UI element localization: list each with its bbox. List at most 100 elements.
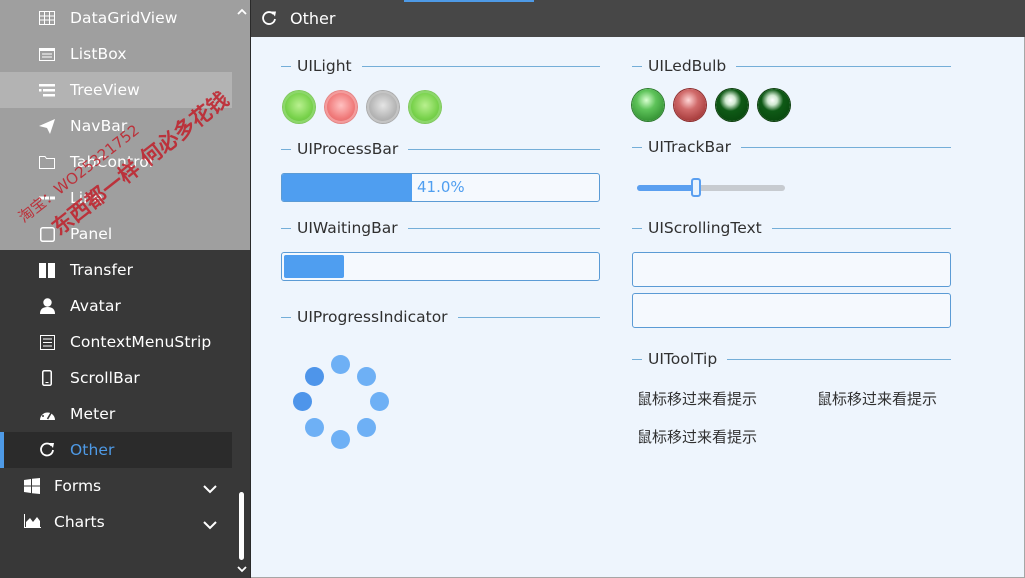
sidebar-item-datagridview[interactable]: DataGridView [0,0,232,36]
divider [632,65,642,67]
sidebar-item-meter[interactable]: Meter [0,396,232,432]
group-title-uiprogressindicator: UIProgressIndicator [281,307,600,327]
menu-list-icon [38,334,56,350]
divider [736,65,951,67]
group-title-text: UIToolTip [648,350,718,368]
line-icon [38,190,56,206]
light-green [283,91,315,123]
sidebar-item-label: TabControl [70,153,154,171]
sidebar-item-navbar[interactable]: NavBar [0,108,232,144]
track-bar-thumb[interactable] [691,178,702,197]
divider [632,358,642,360]
divider [632,227,642,229]
scrolling-text-box [632,293,951,328]
grid-icon [38,10,56,26]
spinner-dot [331,430,350,449]
treeview-icon [38,82,56,98]
divider [281,316,291,318]
group-title-text: UITrackBar [648,138,731,156]
divider [361,65,600,67]
sidebar-item-line[interactable]: Line [0,180,232,216]
divider [740,146,951,148]
led-bulb-dark-green [716,89,748,121]
divider [281,148,291,150]
refresh-icon [38,442,56,458]
group-title-text: UIProcessBar [297,140,399,158]
sidebar-item-label: TreeView [70,81,140,99]
scroll-up-arrow-icon[interactable] [235,4,249,16]
sidebar-item-transfer[interactable]: Transfer [0,252,232,288]
chevron-down-icon[interactable] [203,516,217,530]
spinner-dot [370,392,389,411]
divider [632,146,642,148]
group-title-uitooltip: UIToolTip [632,349,951,369]
divider [281,65,291,67]
sidebar-scrollbar[interactable] [234,0,250,578]
paper-plane-icon [38,118,56,134]
sidebar-group-charts[interactable]: Charts [0,504,232,540]
divider [281,227,291,229]
process-bar-text: 41.0% [417,178,465,196]
main-content: UILight UIProcessBar 41.0% UIWaitingBar … [251,37,1025,578]
divider [771,227,951,229]
group-title-uiprocessbar: UIProcessBar [281,139,600,159]
tooltip-target-label[interactable]: 鼠标移过来看提示 [637,388,757,409]
process-bar: 41.0% [281,173,600,202]
spinner-dot [305,418,324,437]
process-bar-fill [282,174,412,201]
listbox-icon [38,46,56,62]
progress-indicator-spinner [289,347,389,449]
spinner-dot [331,355,350,374]
group-title-uilight: UILight [281,56,600,76]
sidebar-item-treeview[interactable]: TreeView [0,72,232,108]
chevron-down-icon[interactable] [203,480,217,494]
scrollbar-thumb[interactable] [239,492,244,560]
sidebar-item-label: ScrollBar [70,369,140,387]
group-title-uiwaitingbar: UIWaitingBar [281,218,600,238]
sidebar-item-other[interactable]: Other [0,432,232,468]
sidebar-item-scrollbar[interactable]: ScrollBar [0,360,232,396]
page-header: Other [251,0,1025,37]
sidebar-item-listbox[interactable]: ListBox [0,36,232,72]
light-gray [367,91,399,123]
waiting-bar-block [284,255,344,278]
light-green [409,91,441,123]
sidebar-item-avatar[interactable]: Avatar [0,288,232,324]
sidebar-item-panel[interactable]: Panel [0,216,232,252]
scrolling-text-box [632,252,951,287]
sidebar-item-label: Avatar [70,297,121,315]
track-bar[interactable] [637,178,785,197]
group-title-text: UILedBulb [648,57,727,75]
scroll-down-arrow-icon[interactable] [235,561,249,573]
windows-icon [24,478,42,494]
sidebar-item-label: DataGridView [70,9,178,27]
waiting-bar [281,252,600,281]
user-icon [38,298,56,314]
tooltip-target-label[interactable]: 鼠标移过来看提示 [637,426,757,447]
sidebar-group-forms[interactable]: Forms [0,468,232,504]
sidebar-item-tabcontrol[interactable]: TabControl [0,144,232,180]
divider [408,148,600,150]
divider [727,358,951,360]
divider [407,227,600,229]
page-title: Other [290,9,336,28]
tooltip-target-label[interactable]: 鼠标移过来看提示 [817,388,937,409]
folder-icon [38,154,56,170]
sidebar-item-label: NavBar [70,117,128,135]
dashboard-icon [38,406,56,422]
sidebar-item-label: Other [70,441,115,459]
group-title-uiscrollingtext: UIScrollingText [632,218,951,238]
group-title-text: UILight [297,57,352,75]
sidebar-item-label: ContextMenuStrip [70,333,212,351]
spinner-dot [305,367,324,386]
spinner-dot [357,367,376,386]
area-chart-icon [24,514,42,530]
mobile-icon [38,370,56,386]
led-bulb-green [632,89,664,121]
sidebar-item-label: Meter [70,405,116,423]
led-bulb-dark-green [758,89,790,121]
sidebar-item-label: Panel [70,225,113,243]
refresh-icon [261,10,277,27]
track-bar-fill [637,185,697,191]
sidebar-item-contextmenustrip[interactable]: ContextMenuStrip [0,324,232,360]
